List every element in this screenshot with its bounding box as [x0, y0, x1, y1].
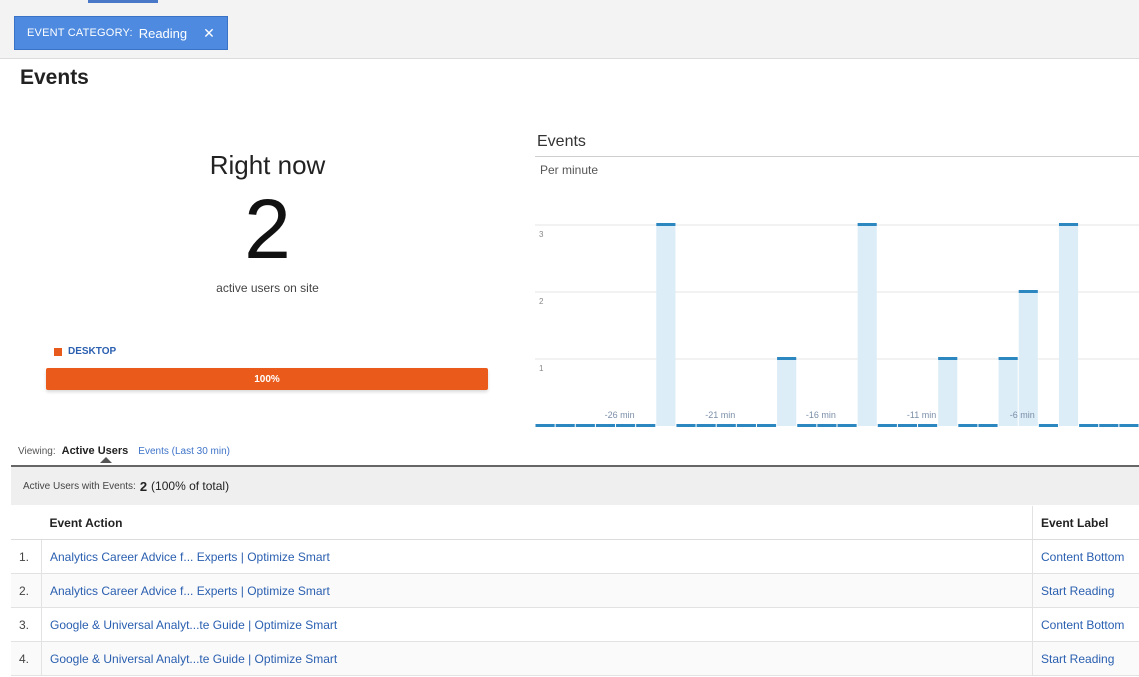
bar-cap: [978, 424, 998, 427]
bar-cap: [616, 424, 636, 427]
summary-percent: (100% of total): [151, 479, 230, 493]
bar-cap: [1119, 424, 1139, 427]
bar-cap: [817, 424, 837, 427]
filter-value: Reading: [138, 25, 188, 41]
tab-indicator: [88, 0, 158, 3]
chart-title: Events: [537, 133, 586, 150]
bar-cap: [777, 357, 797, 360]
filter-bar: EVENT CATEGORY: Reading ✕: [0, 0, 1139, 59]
event-label-link[interactable]: Start Reading: [1032, 641, 1139, 676]
bar[interactable]: [777, 359, 797, 426]
tab-events-last-30[interactable]: Events (Last 30 min): [138, 446, 230, 457]
y-tick-label: 2: [539, 297, 544, 306]
row-index: 3.: [11, 607, 42, 642]
row-index: 1.: [11, 539, 42, 574]
bar-cap: [696, 424, 716, 427]
bar-cap: [575, 424, 595, 427]
bar-cap: [918, 424, 938, 427]
bar[interactable]: [1058, 225, 1079, 426]
summary-count: 2: [139, 478, 148, 494]
close-icon[interactable]: ✕: [203, 25, 215, 42]
y-tick-label: 1: [539, 364, 544, 373]
event-label-link[interactable]: Start Reading: [1032, 573, 1139, 608]
event-action-link[interactable]: Google & Universal Analyt...te Guide | O…: [41, 607, 1033, 642]
bar[interactable]: [656, 225, 676, 426]
bar-cap: [1079, 424, 1099, 427]
event-label-link[interactable]: Content Bottom: [1032, 607, 1139, 642]
bar-cap: [756, 424, 777, 427]
bar-cap: [1018, 290, 1038, 293]
events-table: Event Action Event Label 1. Analytics Ca…: [11, 506, 1139, 676]
device-share-label: 100%: [254, 373, 280, 385]
bar-cap: [897, 424, 918, 427]
summary-label: Active Users with Events:: [23, 480, 136, 492]
bar[interactable]: [938, 359, 958, 426]
row-index: 2.: [11, 573, 42, 608]
bar-cap: [837, 424, 857, 427]
x-tick-label: -21 min: [705, 410, 735, 420]
bar-cap: [1038, 424, 1058, 427]
bar-cap: [1099, 424, 1119, 427]
row-index: 4.: [11, 641, 42, 676]
bar-cap: [595, 424, 616, 427]
table-header-row: Event Action Event Label: [11, 506, 1139, 540]
bar-cap: [1058, 223, 1079, 226]
event-label-link[interactable]: Content Bottom: [1032, 539, 1139, 574]
bar-cap: [857, 223, 877, 226]
active-users-caption: active users on site: [216, 281, 319, 295]
x-tick-label: -26 min: [605, 410, 635, 420]
viewing-prefix: Viewing:: [18, 445, 56, 457]
table-row: 3. Google & Universal Analyt...te Guide …: [11, 607, 1139, 642]
events-per-minute-chart: 1 2 3 -26 min -21 min -16 min -11 min -6 min: [535, 223, 1139, 427]
bar-cap: [716, 424, 736, 427]
chart-subtitle: Per minute: [540, 163, 599, 177]
x-tick-label: -6 min: [1010, 410, 1035, 420]
x-tick-label: -11 min: [907, 410, 936, 420]
viewing-tabs: Viewing: Active Users Events (Last 30 mi…: [18, 445, 230, 463]
desktop-swatch: [54, 347, 62, 356]
table-row: 2. Analytics Career Advice f... Experts …: [11, 573, 1139, 608]
chart-divider: [535, 156, 1139, 157]
event-action-link[interactable]: Analytics Career Advice f... Experts | O…: [41, 573, 1033, 608]
index-header: [11, 506, 42, 540]
bar-cap: [736, 424, 756, 427]
table-row: 1. Analytics Career Advice f... Experts …: [11, 539, 1139, 574]
filter-key: EVENT CATEGORY:: [27, 27, 133, 39]
right-now-label: Right now: [209, 150, 326, 180]
right-now-panel: Right now 2 active users on site: [40, 150, 495, 295]
bar[interactable]: [857, 225, 877, 426]
y-tick-label: 3: [539, 230, 544, 239]
bar-cap: [998, 357, 1018, 360]
bar-cap: [535, 424, 555, 427]
bar-cap: [656, 223, 676, 226]
bar-cap: [797, 424, 817, 427]
x-tick-label: -16 min: [806, 410, 836, 420]
caret-up-icon: [99, 457, 112, 463]
bar[interactable]: [1018, 292, 1038, 426]
device-share-bar: 100%: [46, 368, 488, 390]
device-name: DESKTOP: [68, 346, 117, 357]
summary-bar: Active Users with Events: 2 (100% of tot…: [11, 465, 1139, 505]
event-label-header[interactable]: Event Label: [1032, 506, 1139, 540]
table-row: 4. Google & Universal Analyt...te Guide …: [11, 641, 1139, 676]
bar-cap: [877, 424, 897, 427]
filter-chip[interactable]: EVENT CATEGORY: Reading ✕: [14, 16, 228, 50]
tab-active-users[interactable]: Active Users: [61, 445, 129, 463]
active-user-count: 2: [244, 182, 291, 276]
tab-active-users-label: Active Users: [61, 445, 129, 457]
page-title: Events: [20, 66, 89, 89]
event-action-link[interactable]: Analytics Career Advice f... Experts | O…: [41, 539, 1033, 574]
event-action-link[interactable]: Google & Universal Analyt...te Guide | O…: [41, 641, 1033, 676]
bar-cap: [938, 357, 958, 360]
event-action-header[interactable]: Event Action: [41, 506, 1033, 540]
bar-cap: [636, 424, 656, 427]
bar-cap: [958, 424, 978, 427]
bar-cap: [676, 424, 696, 427]
bar-cap: [555, 424, 575, 427]
device-legend: DESKTOP: [54, 346, 116, 357]
